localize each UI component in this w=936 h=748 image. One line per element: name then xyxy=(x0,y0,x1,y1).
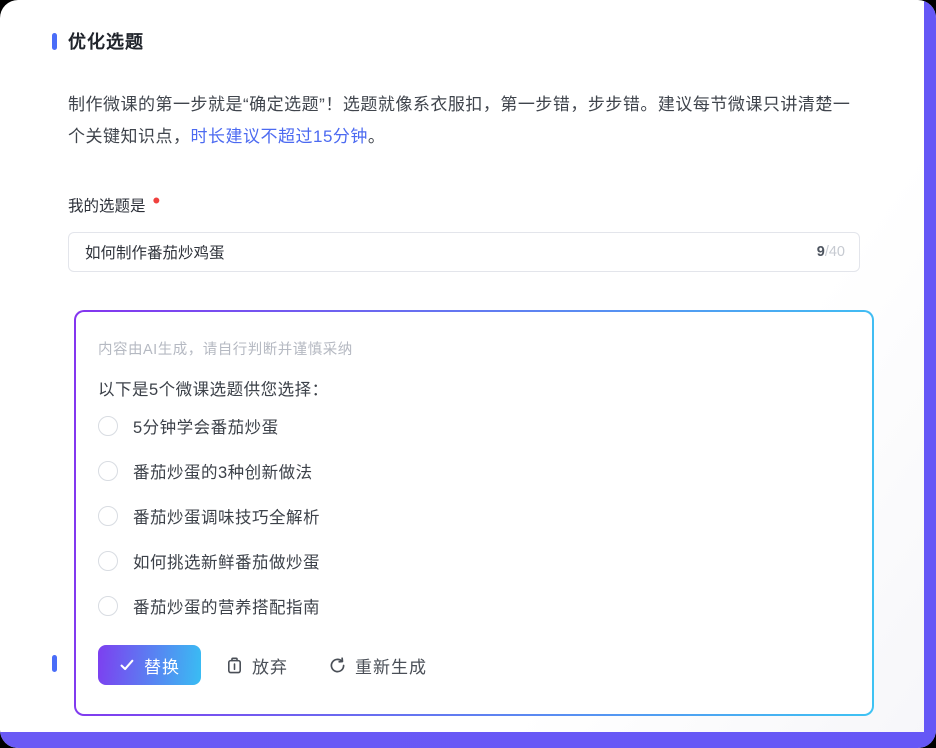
ai-panel-body: 内容由AI生成，请自行判断并谨慎采纳 以下是5个微课选题供您选择： 5分钟学会番… xyxy=(76,312,872,714)
intro-text-before: 制作微课的第一步就是“确定选题”！选题就像系衣服扣，第一步错，步步错。建议每节微… xyxy=(68,95,850,146)
ai-disclaimer: 内容由AI生成，请自行判断并谨慎采纳 xyxy=(98,338,848,359)
radio-icon[interactable] xyxy=(98,596,118,616)
topic-field-label-row: 我的选题是 • xyxy=(68,194,160,216)
intro-text-after: 。 xyxy=(368,127,386,146)
required-dot: • xyxy=(153,194,161,208)
radio-icon[interactable] xyxy=(98,506,118,526)
check-icon xyxy=(119,657,135,673)
section-marker xyxy=(52,33,57,50)
section-title: 优化选题 xyxy=(68,28,144,54)
replace-button[interactable]: 替换 xyxy=(98,645,201,685)
topic-label: 我的选题是 xyxy=(68,194,146,216)
trash-icon xyxy=(225,656,244,675)
window-border-bottom xyxy=(0,732,936,748)
intro-paragraph: 制作微课的第一步就是“确定选题”！选题就像系衣服扣，第一步错，步步错。建议每节微… xyxy=(68,89,860,153)
topic-input[interactable] xyxy=(85,243,817,261)
app-window: 优化选题 制作微课的第一步就是“确定选题”！选题就像系衣服扣，第一步错，步步错。… xyxy=(0,0,936,748)
topic-option-5[interactable]: 番茄炒蛋的营养搭配指南 xyxy=(98,583,848,628)
topic-option-2[interactable]: 番茄炒蛋的3种创新做法 xyxy=(98,448,848,493)
discard-button[interactable]: 放弃 xyxy=(225,653,288,678)
topic-option-4[interactable]: 如何挑选新鲜番茄做炒蛋 xyxy=(98,538,848,583)
option-label: 番茄炒蛋调味技巧全解析 xyxy=(133,504,320,528)
char-count-current: 9 xyxy=(817,244,825,260)
option-label: 5分钟学会番茄炒蛋 xyxy=(133,414,279,438)
replace-button-label: 替换 xyxy=(144,653,180,678)
section-header: 优化选题 xyxy=(52,28,144,54)
ai-suggestion-panel: 内容由AI生成，请自行判断并谨慎采纳 以下是5个微课选题供您选择： 5分钟学会番… xyxy=(74,310,874,716)
ai-options-intro: 以下是5个微课选题供您选择： xyxy=(98,376,848,400)
topic-option-1[interactable]: 5分钟学会番茄炒蛋 xyxy=(98,403,848,448)
radio-icon[interactable] xyxy=(98,461,118,481)
window-border-right xyxy=(924,0,936,748)
section-marker-2 xyxy=(52,655,57,672)
char-count-limit: /40 xyxy=(825,244,845,260)
topic-input-box[interactable]: 9/40 xyxy=(68,232,860,272)
discard-button-label: 放弃 xyxy=(252,653,288,678)
topic-option-3[interactable]: 番茄炒蛋调味技巧全解析 xyxy=(98,493,848,538)
option-label: 番茄炒蛋的营养搭配指南 xyxy=(133,594,320,618)
refresh-icon xyxy=(328,656,347,675)
ai-actions-row: 替换 放弃 xyxy=(98,645,848,685)
char-counter: 9/40 xyxy=(817,244,845,260)
regenerate-button[interactable]: 重新生成 xyxy=(328,653,427,678)
radio-icon[interactable] xyxy=(98,416,118,436)
intro-highlight-text: 时长建议不超过15分钟 xyxy=(191,127,368,146)
regenerate-button-label: 重新生成 xyxy=(355,653,427,678)
option-label: 如何挑选新鲜番茄做炒蛋 xyxy=(133,549,320,573)
radio-icon[interactable] xyxy=(98,551,118,571)
topic-options-list: 5分钟学会番茄炒蛋 番茄炒蛋的3种创新做法 番茄炒蛋调味技巧全解析 如何挑选新鲜… xyxy=(98,403,848,628)
option-label: 番茄炒蛋的3种创新做法 xyxy=(133,459,313,483)
